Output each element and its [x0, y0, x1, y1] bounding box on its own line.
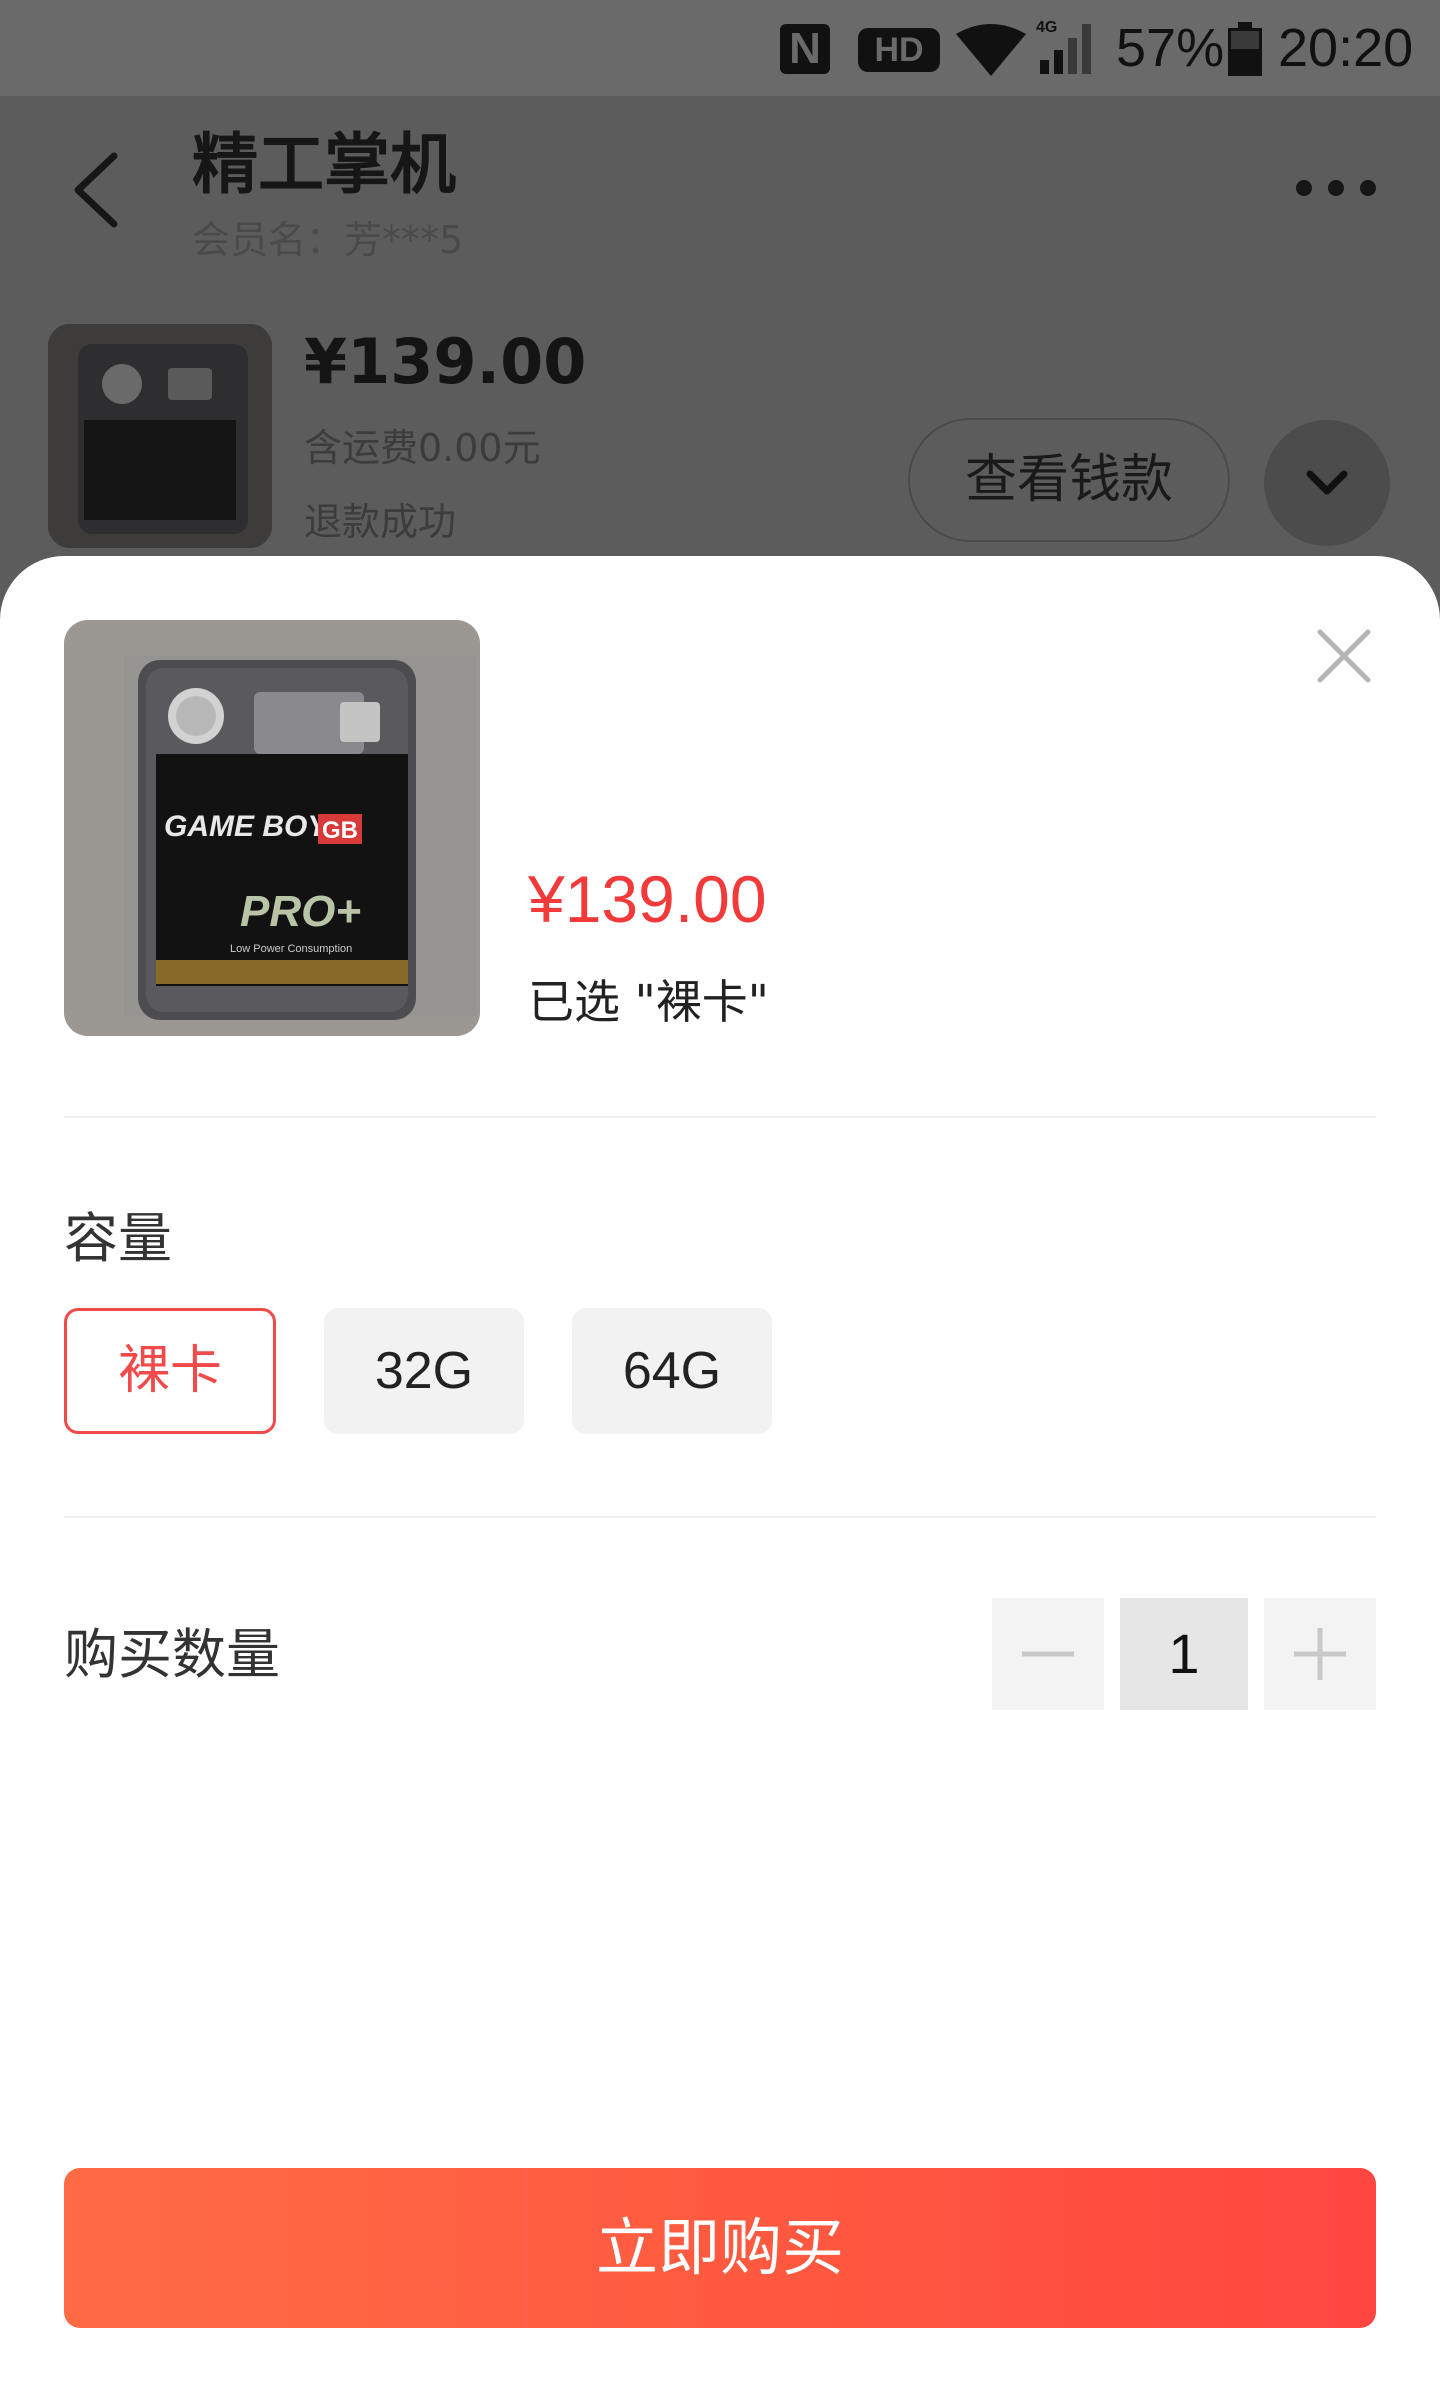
close-icon[interactable]	[1314, 626, 1374, 686]
more-dots-icon[interactable]	[1294, 178, 1378, 198]
signal-icon: 4G	[1036, 19, 1091, 74]
cartridge-brand-text: GAME BOY	[164, 810, 330, 843]
order-status: 退款成功	[304, 500, 457, 544]
divider	[64, 1516, 1376, 1518]
cartridge-badge-text: GB	[322, 817, 358, 844]
divider	[64, 1116, 1376, 1118]
clock: 20:20	[1278, 18, 1414, 78]
expand-button[interactable]	[1264, 420, 1390, 546]
member-name: 会员名：芳***5	[192, 218, 464, 262]
minus-icon	[1022, 1651, 1074, 1657]
quantity-value[interactable]: 1	[1120, 1598, 1248, 1710]
battery-icon	[1228, 22, 1262, 76]
quantity-label: 购买数量	[64, 1623, 280, 1686]
shop-title: 精工掌机	[192, 126, 456, 203]
chevron-down-icon	[1306, 470, 1348, 495]
capacity-label: 容量	[64, 1207, 172, 1270]
back-arrow-icon[interactable]	[68, 150, 124, 230]
quantity-increase-button[interactable]	[1264, 1598, 1376, 1710]
product-image: GAME BOY GB PRO+ Low Power Consumption	[64, 620, 480, 1036]
quantity-decrease-button[interactable]	[992, 1598, 1104, 1710]
product-price: ¥139.00	[528, 862, 767, 936]
nfc-icon	[780, 24, 830, 74]
selected-sku-text: 已选 "裸卡"	[528, 975, 769, 1029]
view-money-button[interactable]: 查看钱款	[908, 418, 1230, 542]
cartridge-tagline-text: Low Power Consumption	[230, 943, 352, 955]
order-product-thumbnail	[48, 324, 272, 548]
order-shipping: 含运费0.00元	[304, 426, 541, 470]
battery-percent: 57%	[1116, 18, 1225, 78]
plus-icon	[1294, 1628, 1346, 1680]
hd-icon: HD	[858, 28, 940, 72]
capacity-option-32g[interactable]: 32G	[324, 1308, 524, 1434]
network-type-label: 4G	[1036, 19, 1057, 36]
wifi-icon	[956, 24, 1026, 76]
order-price: ¥139.00	[304, 325, 587, 398]
cartridge-model-text: PRO+	[240, 887, 361, 936]
capacity-option-64g[interactable]: 64G	[572, 1308, 772, 1434]
buy-now-button[interactable]: 立即购买	[64, 2168, 1376, 2328]
capacity-option-bare-card[interactable]: 裸卡	[64, 1308, 276, 1434]
status-bar: HD 4G 57% 20:20	[0, 0, 1440, 96]
